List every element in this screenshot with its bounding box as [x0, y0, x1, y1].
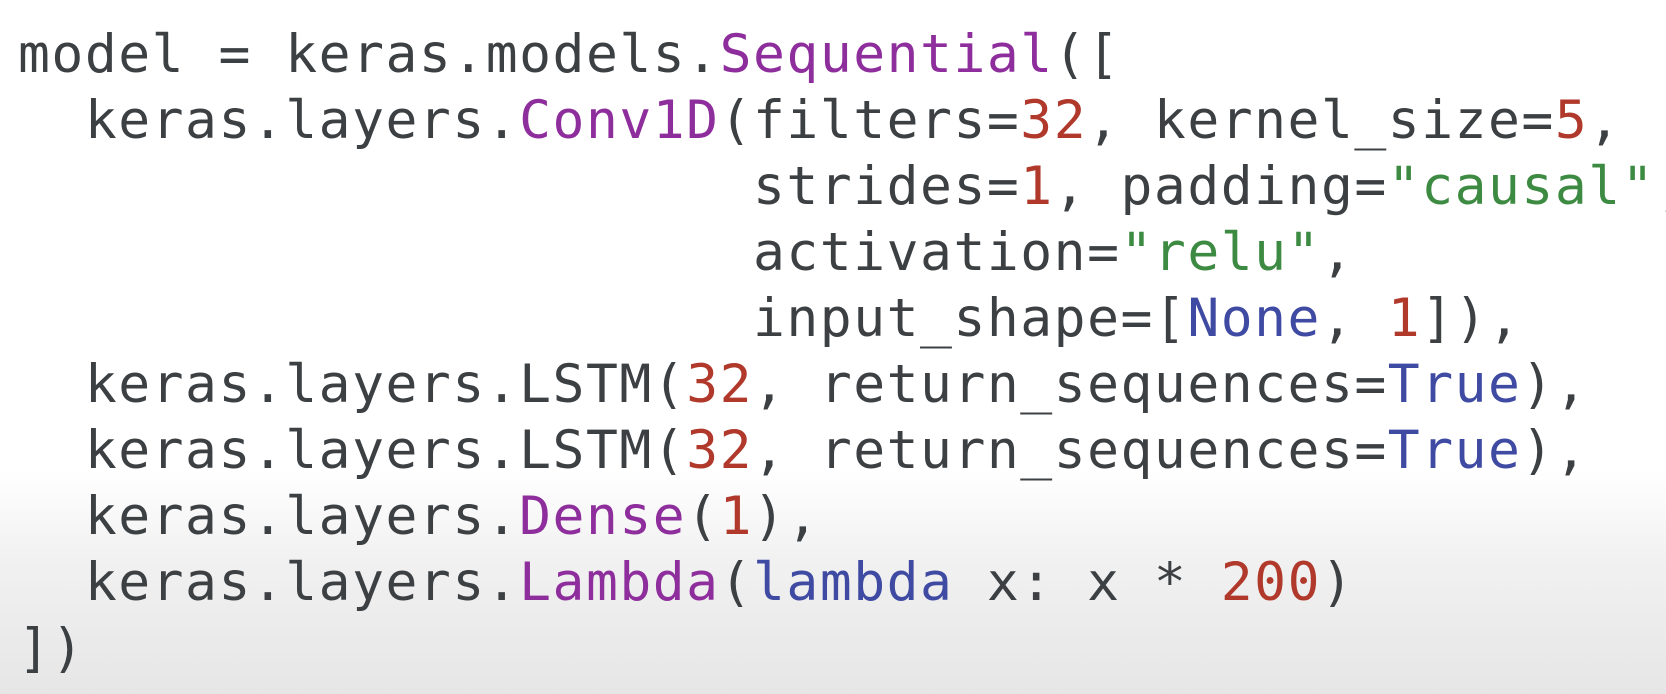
code-token-plain: ,: [1320, 222, 1355, 283]
code-token-plain: ]): [18, 618, 85, 679]
code-token-plain: keras.layers.: [18, 90, 520, 151]
code-line: activation="relu",: [18, 220, 1666, 286]
code-token-num: 1: [719, 486, 754, 547]
code-line: model = keras.models.Sequential([: [18, 22, 1666, 88]
code-token-fn: Conv1D: [519, 90, 720, 151]
code-token-num: 200: [1220, 552, 1321, 613]
code-line: keras.layers.Dense(1),: [18, 484, 1666, 550]
code-line: keras.layers.LSTM(32, return_sequences=T…: [18, 418, 1666, 484]
code-line: strides=1, padding="causal",: [18, 154, 1666, 220]
code-line: input_shape=[None, 1]),: [18, 286, 1666, 352]
code-token-plain: ([: [1053, 24, 1121, 85]
code-token-fn: Dense: [519, 486, 687, 547]
code-token-kw: lambda: [753, 552, 954, 613]
code-line: ]): [18, 616, 1666, 682]
code-token-plain: input_shape=[: [18, 288, 1188, 349]
code-token-str: "relu": [1120, 222, 1321, 283]
code-token-plain: (: [719, 552, 754, 613]
code-line: keras.layers.Conv1D(filters=32, kernel_s…: [18, 88, 1666, 154]
code-token-plain: x: x *: [953, 552, 1221, 613]
code-token-num: 32: [686, 420, 754, 481]
code-token-plain: ),: [1521, 420, 1589, 481]
code-token-plain: ,: [1655, 156, 1666, 217]
code-token-plain: (filters=: [719, 90, 1021, 151]
code-token-plain: keras.layers.: [18, 486, 520, 547]
code-token-plain: ),: [753, 486, 820, 547]
code-token-plain: keras.layers.LSTM(: [18, 354, 687, 415]
code-token-plain: ,: [1320, 288, 1388, 349]
code-token-plain: , padding=: [1053, 156, 1388, 217]
code-token-plain: model = keras.models.: [18, 24, 720, 85]
code-token-num: 32: [1020, 90, 1088, 151]
code-token-num: 1: [1020, 156, 1054, 217]
code-token-plain: keras.layers.: [18, 552, 520, 613]
code-token-plain: keras.layers.LSTM(: [18, 420, 687, 481]
code-token-plain: (: [686, 486, 720, 547]
code-token-num: 32: [686, 354, 754, 415]
code-token-plain: strides=: [18, 156, 1021, 217]
code-token-plain: ]),: [1421, 288, 1522, 349]
code-line: keras.layers.Lambda(lambda x: x * 200): [18, 550, 1666, 616]
code-token-plain: activation=: [18, 222, 1121, 283]
code-token-num: 1: [1387, 288, 1422, 349]
code-token-plain: , return_sequences=: [753, 354, 1388, 415]
code-token-plain: ),: [1521, 354, 1589, 415]
code-token-str: "causal": [1387, 156, 1656, 217]
code-token-num: 5: [1554, 90, 1589, 151]
code-token-kw: True: [1387, 420, 1522, 481]
code-token-plain: , kernel_size=: [1087, 90, 1555, 151]
code-block: model = keras.models.Sequential([ keras.…: [18, 22, 1666, 682]
code-line: keras.layers.LSTM(32, return_sequences=T…: [18, 352, 1666, 418]
code-token-fn: Sequential: [719, 24, 1054, 85]
code-token-plain: ): [1320, 552, 1355, 613]
code-token-fn: Lambda: [519, 552, 720, 613]
code-token-kw: True: [1387, 354, 1522, 415]
code-token-plain: ,: [1588, 90, 1622, 151]
code-token-plain: , return_sequences=: [753, 420, 1388, 481]
code-token-kw: None: [1187, 288, 1321, 349]
